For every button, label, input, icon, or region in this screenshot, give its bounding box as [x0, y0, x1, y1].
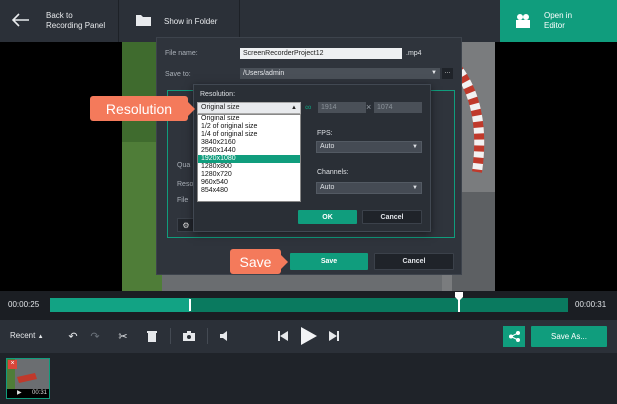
undo-icon: ↶: [68, 330, 78, 343]
previous-button[interactable]: [274, 327, 292, 345]
thumbnail-time: 00:31: [31, 390, 47, 396]
divider: [239, 0, 240, 42]
recent-panel: [0, 353, 617, 404]
file-name-input[interactable]: ScreenRecorderProject12: [240, 48, 402, 59]
snapshot-button[interactable]: [180, 327, 198, 345]
close-icon: ×: [10, 360, 15, 367]
channels-value: Auto: [320, 184, 335, 191]
back-label-line2: Recording Panel: [46, 20, 106, 30]
current-time: 00:00:25: [8, 300, 40, 309]
resolution-option[interactable]: Original size: [198, 115, 300, 123]
times-sign: ×: [366, 102, 372, 112]
play-icon: ▶: [17, 390, 22, 396]
trash-icon: [147, 331, 157, 342]
save-to-label: Save to:: [165, 71, 191, 78]
resolution-option[interactable]: 1280x800: [198, 163, 300, 171]
fps-label: FPS:: [317, 130, 333, 137]
resolution-option[interactable]: 854x480: [198, 187, 300, 195]
save-button[interactable]: Save: [290, 253, 368, 270]
resolution-option[interactable]: 1/4 of original size: [198, 131, 300, 139]
playhead[interactable]: [189, 299, 191, 311]
resolution-label: Resolution:: [200, 91, 236, 98]
resolution-callout-label: Resolution: [105, 100, 173, 117]
speaker-icon: [220, 331, 227, 341]
ok-button[interactable]: OK: [298, 210, 357, 224]
resolution-option[interactable]: 1/2 of original size: [198, 123, 300, 131]
volume-button[interactable]: [217, 327, 235, 345]
callout-arrow: [188, 101, 195, 116]
delete-button[interactable]: [143, 327, 161, 345]
show-in-folder-label: Show in Folder: [164, 17, 218, 26]
top-bar: Back to Recording Panel Show in Folder O…: [0, 0, 617, 42]
recent-label: Recent: [10, 331, 36, 340]
share-icon: [508, 331, 520, 342]
file-extension: .mp4: [406, 50, 422, 57]
scissors-icon: ✂: [118, 330, 128, 343]
arrow-left-icon: [12, 13, 29, 27]
width-input[interactable]: 1914: [318, 102, 366, 113]
chevron-down-icon: ▼: [412, 144, 418, 150]
thumbnail-footer: ▶ 00:31: [7, 389, 49, 398]
cut-button[interactable]: ✂: [114, 327, 132, 345]
total-time: 00:00:31: [575, 300, 607, 309]
resolution-option[interactable]: 2560x1440: [198, 147, 300, 155]
link-icon[interactable]: ∞: [305, 102, 311, 112]
divider: [170, 328, 171, 344]
resolution-selected-value: Original size: [201, 104, 240, 111]
show-in-folder-button[interactable]: Show in Folder: [119, 0, 239, 42]
marker-icon: [455, 292, 463, 312]
open-in-editor-button[interactable]: Open in Editor: [500, 0, 617, 42]
save-to-value: /Users/admin: [243, 70, 285, 77]
editor-label-line1: Open in: [544, 11, 573, 20]
next-button[interactable]: [325, 327, 343, 345]
resolution-select[interactable]: Original size ▲: [197, 102, 301, 114]
resolution-option[interactable]: 3840x2160: [198, 139, 300, 147]
end-marker-handle[interactable]: [455, 292, 463, 312]
resolution-option[interactable]: 1280x720: [198, 171, 300, 179]
chevron-down-icon: ▼: [412, 185, 418, 191]
channels-label: Channels:: [317, 169, 349, 176]
file-name-label: File name:: [165, 50, 198, 57]
film-icon: [516, 14, 530, 28]
save-callout-label: Save: [239, 253, 272, 270]
undo-button[interactable]: ↶: [64, 327, 82, 345]
chevron-up-icon: ▲: [37, 334, 44, 340]
resolution-dropdown-list: Original size 1/2 of original size 1/4 of …: [197, 114, 301, 202]
save-callout: Save: [230, 249, 288, 274]
height-input[interactable]: 1074: [374, 102, 422, 113]
resolution-option[interactable]: 1920x1080: [198, 155, 300, 163]
play-button[interactable]: [298, 325, 320, 347]
chevron-down-icon: ▼: [431, 70, 437, 76]
camera-icon: [183, 331, 195, 341]
folder-icon: [136, 15, 151, 26]
save-as-button[interactable]: Save As...: [531, 326, 607, 347]
fps-select[interactable]: Auto ▼: [316, 141, 422, 153]
back-label-line1: Back to: [46, 11, 73, 20]
callout-arrow: [281, 254, 288, 269]
recent-thumbnail[interactable]: ▶ 00:31 ×: [6, 358, 50, 399]
redo-icon: ↷: [90, 330, 100, 343]
fps-value: Auto: [320, 143, 335, 150]
resolution-cancel-button[interactable]: Cancel: [362, 210, 422, 224]
remove-thumbnail-button[interactable]: ×: [8, 360, 17, 369]
divider: [207, 328, 208, 344]
back-to-recording-button[interactable]: Back to Recording Panel: [0, 0, 118, 42]
play-icon: [301, 327, 317, 345]
resolution-callout: Resolution: [90, 96, 195, 121]
cancel-button[interactable]: Cancel: [374, 253, 454, 270]
skip-forward-icon: [329, 331, 339, 341]
editor-label-line2: Editor: [544, 20, 565, 30]
share-button[interactable]: [503, 326, 525, 347]
skip-back-icon: [278, 331, 288, 341]
timeline-played: [50, 298, 190, 312]
redo-button[interactable]: ↷: [86, 327, 104, 345]
recent-dropdown[interactable]: Recent ▲: [10, 331, 44, 340]
browse-button[interactable]: ...: [442, 68, 453, 79]
resolution-option[interactable]: 960x540: [198, 179, 300, 187]
save-to-input[interactable]: /Users/admin ▼: [240, 68, 440, 79]
chevron-up-icon: ▲: [291, 105, 297, 111]
channels-select[interactable]: Auto ▼: [316, 182, 422, 194]
